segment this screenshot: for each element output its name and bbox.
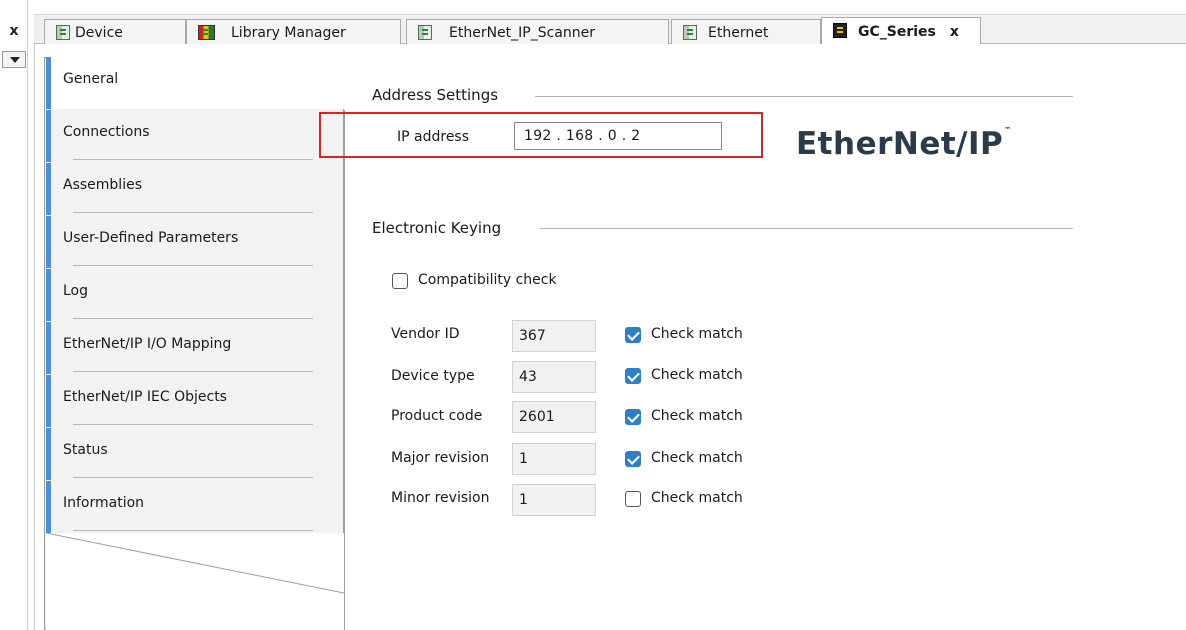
device-module-icon	[56, 25, 70, 40]
vendor-id-label: Vendor ID	[391, 326, 460, 342]
check-match-label: Check match	[651, 326, 743, 342]
close-icon[interactable]: x	[950, 24, 959, 40]
nav-bottom-edge	[46, 533, 344, 630]
nav-item-label: Information	[63, 495, 145, 511]
vendor-id-field: 367	[512, 320, 596, 352]
nav-item-label: Connections	[63, 124, 150, 140]
check-match-label: Check match	[651, 408, 743, 424]
check-match-label: Check match	[651, 450, 743, 466]
editor-tab-strip: Device Library Manager EtherNet_IP_Scann…	[34, 14, 1186, 46]
tab-label: Ethernet	[708, 24, 769, 41]
tab-library-manager[interactable]: Library Manager	[186, 19, 401, 45]
nav-item-label: Assemblies	[63, 177, 142, 193]
tab-gc-series[interactable]: GC_Series x	[821, 17, 981, 46]
gc-series-device-icon	[833, 23, 847, 38]
device-type-check-match-checkbox[interactable]	[625, 368, 641, 384]
check-match-label: Check match	[651, 367, 743, 383]
logo-text: EtherNet/IP	[796, 126, 1004, 162]
product-code-field: 2601	[512, 401, 596, 433]
nav-item-log[interactable]: Log	[46, 269, 336, 321]
electronic-keying-title: Electronic Keying	[372, 219, 502, 237]
nav-item-label: Status	[63, 442, 108, 458]
divider	[73, 159, 313, 160]
nav-item-label: EtherNet/IP IEC Objects	[63, 389, 227, 405]
check-match-label: Check match	[651, 490, 743, 506]
nav-empty-area	[46, 533, 344, 630]
divider	[73, 477, 313, 478]
nav-item-label: User-Defined Parameters	[63, 230, 239, 246]
divider	[73, 212, 313, 213]
tab-label: Library Manager	[231, 24, 346, 41]
divider	[73, 318, 313, 319]
nav-item-connections[interactable]: Connections	[46, 110, 336, 162]
nav-item-information[interactable]: Information	[46, 481, 336, 533]
device-type-label: Device type	[391, 368, 475, 384]
divider	[540, 228, 1073, 229]
left-gutter: x	[0, 0, 28, 630]
divider	[73, 371, 313, 372]
compatibility-check-label: Compatibility check	[418, 272, 557, 288]
minor-revision-check-match-checkbox[interactable]	[625, 491, 641, 507]
close-icon[interactable]: x	[4, 22, 24, 40]
chevron-down-icon[interactable]	[2, 51, 26, 68]
ip-address-input[interactable]: 192 . 168 . 0 . 2	[514, 122, 722, 150]
major-revision-label: Major revision	[391, 450, 490, 466]
tab-label: Device	[75, 24, 123, 41]
divider	[344, 110, 345, 630]
minor-revision-label: Minor revision	[391, 490, 490, 506]
product-code-label: Product code	[391, 408, 483, 424]
tab-ethernet[interactable]: Ethernet	[671, 19, 821, 45]
nav-item-status[interactable]: Status	[46, 428, 336, 480]
device-type-field: 43	[512, 361, 596, 393]
nav-item-user-defined-parameters[interactable]: User-Defined Parameters	[46, 216, 336, 268]
nav-item-general[interactable]: General	[46, 57, 346, 109]
nav-item-label: General	[63, 71, 119, 87]
nav-item-label: Log	[63, 283, 89, 299]
tab-device[interactable]: Device	[44, 19, 186, 45]
device-module-icon	[683, 25, 697, 40]
nav-item-assemblies[interactable]: Assemblies	[46, 163, 336, 215]
address-settings-title: Address Settings	[372, 86, 499, 104]
divider	[73, 265, 313, 266]
tab-label: EtherNet_IP_Scanner	[449, 24, 596, 41]
product-code-check-match-checkbox[interactable]	[625, 409, 641, 425]
tab-ethernet-ip-scanner[interactable]: EtherNet_IP_Scanner	[406, 19, 669, 45]
device-module-icon	[418, 25, 432, 40]
major-revision-check-match-checkbox[interactable]	[625, 451, 641, 467]
trademark-symbol: ™	[1004, 126, 1012, 134]
divider	[73, 424, 313, 425]
ethernet-ip-logo: EtherNet/IP™	[796, 126, 1012, 162]
library-books-icon	[198, 25, 215, 40]
nav-item-iec-objects[interactable]: EtherNet/IP IEC Objects	[46, 375, 336, 427]
nav-item-io-mapping[interactable]: EtherNet/IP I/O Mapping	[46, 322, 336, 374]
tab-label: GC_Series	[858, 24, 936, 40]
major-revision-field: 1	[512, 443, 596, 475]
divider	[535, 96, 1073, 97]
compatibility-check-checkbox[interactable]	[392, 273, 408, 289]
nav-item-label: EtherNet/IP I/O Mapping	[63, 336, 232, 352]
device-editor-nav: General Connections Assemblies User-Defi…	[44, 57, 346, 630]
divider	[73, 530, 313, 531]
vendor-id-check-match-checkbox[interactable]	[625, 327, 641, 343]
minor-revision-field: 1	[512, 484, 596, 516]
ip-address-label: IP address	[397, 129, 470, 145]
